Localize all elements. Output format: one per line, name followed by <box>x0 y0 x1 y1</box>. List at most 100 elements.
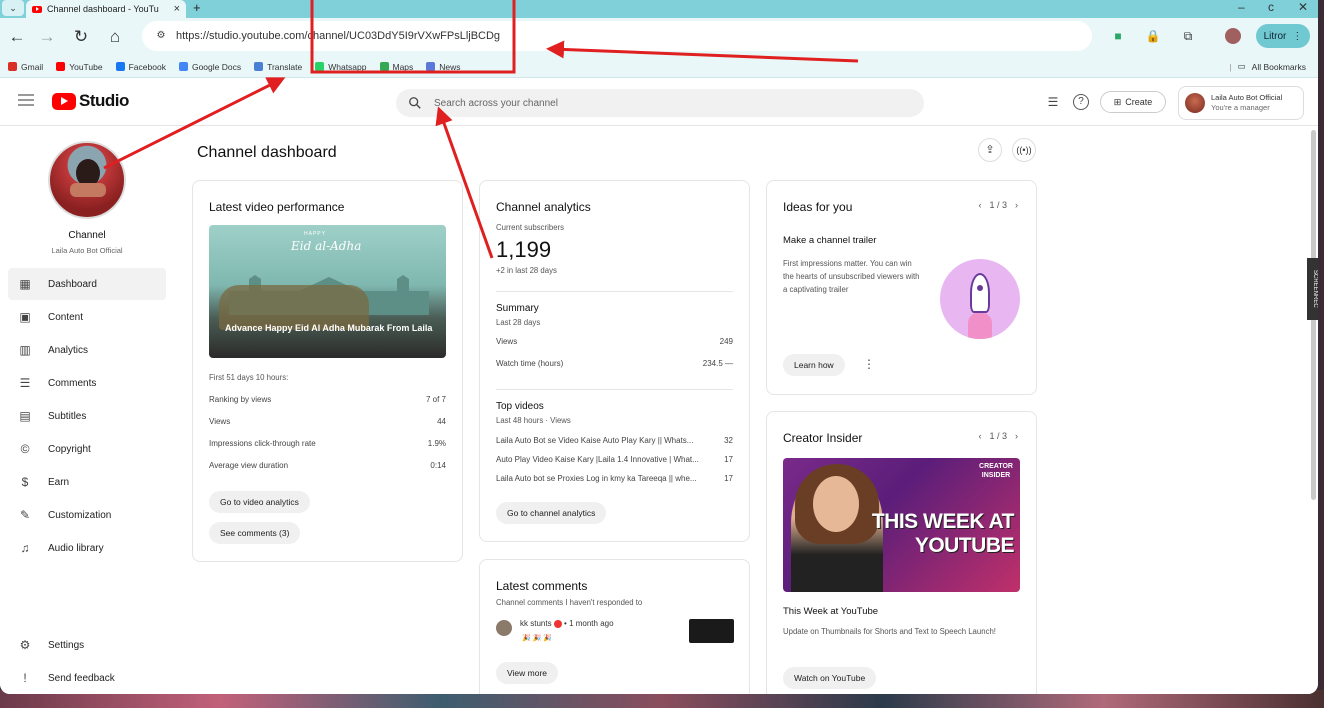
summary-period: Last 28 days <box>496 318 541 327</box>
bookmark-favicon-icon <box>254 62 264 71</box>
sidebar-item-label: Copyright <box>48 443 91 455</box>
address-bar[interactable]: ⚙ https://studio.youtube.com/channel/UC0… <box>142 21 1092 51</box>
pager-text: 1 / 3 <box>989 431 1007 441</box>
more-options-icon[interactable]: ⋮ <box>863 357 875 371</box>
period-label: First 51 days 10 hours: <box>209 373 289 382</box>
video-thumbnail[interactable]: HAPPY Eid al-Adha Advance Happy Eid Al A… <box>209 225 446 358</box>
stat-row: Views 44 <box>209 417 446 426</box>
bookmark-item[interactable]: News <box>426 61 461 72</box>
sidebar-item-content[interactable]: ▣ Content <box>8 301 166 333</box>
studio-logo[interactable]: Studio <box>52 91 129 111</box>
tab-title: Channel dashboard - YouTu <box>47 4 159 14</box>
account-switcher[interactable]: Laila Auto Bot Official You're a manager <box>1178 86 1304 120</box>
comment-meta: kk stunts • 1 month ago <box>520 619 614 628</box>
insider-heading: This Week at YouTube <box>783 606 879 617</box>
tab-search-button[interactable]: ⌄ <box>2 0 24 16</box>
extension-meet-icon[interactable]: ■ <box>1110 28 1126 44</box>
bookmark-favicon-icon <box>315 62 325 71</box>
top-video-row[interactable]: Auto Play Video Kaise Kary |Laila 1.4 In… <box>496 455 733 464</box>
bookmark-favicon-icon <box>8 62 17 71</box>
prev-icon[interactable]: ‹ <box>978 431 981 441</box>
customization-icon: ✎ <box>19 508 31 522</box>
subscribers-label: Current subscribers <box>496 223 565 232</box>
profile-avatar[interactable] <box>1225 28 1241 44</box>
bookmark-item[interactable]: YouTube <box>56 62 103 72</box>
stat-label: Ranking by views <box>209 395 272 404</box>
top-video-row[interactable]: Laila Auto bot se Proxies Log in kmy ka … <box>496 474 733 483</box>
help-icon[interactable]: ? <box>1073 94 1089 110</box>
thumb-headline: THIS WEEK AT YOUTUBE <box>871 510 1015 557</box>
separator: | <box>1229 61 1232 72</box>
pager-text: 1 / 3 <box>989 200 1007 210</box>
stat-row[interactable]: Ranking by views 7 of 7 <box>209 395 446 404</box>
sidebar-item-send-feedback[interactable]: ! Send feedback <box>8 662 166 694</box>
create-button[interactable]: ⊞ Create <box>1100 91 1166 113</box>
upload-icon[interactable]: ⇪ <box>978 138 1002 162</box>
learn-how-button[interactable]: Learn how <box>783 354 845 376</box>
summary-row: Watch time (hours) 234.5 — <box>496 359 733 368</box>
search-bar[interactable]: Search across your channel <box>396 89 924 117</box>
sidebar-item-copyright[interactable]: © Copyright <box>8 433 166 465</box>
screenrec-tab[interactable]: SCREENREC <box>1307 258 1318 320</box>
summary-label: Views <box>496 337 518 346</box>
subscriber-count: 1,199 <box>496 237 552 262</box>
bookmark-item[interactable]: Gmail <box>8 62 43 72</box>
bookmark-item[interactable]: Facebook <box>115 62 166 72</box>
forward-button[interactable]: → <box>36 26 58 48</box>
sidebar-item-comments[interactable]: ☰ Comments <box>8 367 166 399</box>
go-to-channel-analytics-button[interactable]: Go to channel analytics <box>496 502 607 524</box>
comment-video-thumbnail[interactable] <box>689 619 734 643</box>
next-icon[interactable]: › <box>1015 431 1018 441</box>
close-tab-icon[interactable]: × <box>174 3 180 15</box>
close-window-button[interactable]: ✕ <box>1298 0 1308 14</box>
go-to-video-analytics-button[interactable]: Go to video analytics <box>209 491 310 513</box>
watch-on-youtube-button[interactable]: Watch on YouTube <box>783 667 877 689</box>
reload-button[interactable]: ↻ <box>70 26 92 48</box>
sidebar-item-dashboard[interactable]: ▦ Dashboard <box>8 268 166 300</box>
sidebar-item-customization[interactable]: ✎ Customization <box>8 499 166 531</box>
extensions-puzzle-icon[interactable]: ⧉ <box>1180 28 1196 44</box>
next-icon[interactable]: › <box>1015 200 1018 210</box>
site-info-icon[interactable]: ⚙ <box>152 27 170 45</box>
subtitles-shortcut-icon[interactable]: ☰ <box>1045 94 1061 110</box>
top-video-views: 32 <box>724 436 733 445</box>
bookmark-item[interactable]: Google Docs <box>178 62 241 72</box>
sidebar-item-settings[interactable]: ⚙ Settings <box>8 629 166 661</box>
bookmark-item[interactable]: Maps <box>379 62 413 72</box>
summary-label: Watch time (hours) <box>496 359 564 368</box>
minimize-button[interactable]: – <box>1238 0 1245 14</box>
sidebar-item-subtitles[interactable]: ▤ Subtitles <box>8 400 166 432</box>
bookmark-item[interactable]: Whatsapp <box>315 62 367 72</box>
see-comments-button[interactable]: See comments (3) <box>209 522 301 544</box>
sidebar-item-label: Send feedback <box>48 672 115 684</box>
insider-thumbnail[interactable]: CREATOR INSIDER THIS WEEK AT YOUTUBE <box>783 458 1020 592</box>
prev-icon[interactable]: ‹ <box>978 200 981 210</box>
sidebar-item-label: Comments <box>48 377 97 389</box>
top-video-row[interactable]: Laila Auto Bot se Video Kaise Auto Play … <box>496 436 733 445</box>
all-bookmarks-button[interactable]: | ▭ All Bookmarks <box>1229 61 1306 72</box>
bookmark-label: News <box>439 61 461 72</box>
restore-button[interactable]: c <box>1268 0 1274 14</box>
new-tab-button[interactable]: + <box>193 0 201 15</box>
card-title: Latest comments <box>496 579 588 593</box>
back-button[interactable]: ← <box>6 26 28 48</box>
channel-avatar[interactable] <box>48 141 126 219</box>
go-live-icon[interactable]: ((•)) <box>1012 138 1036 162</box>
settings-icon: ⚙ <box>19 638 31 652</box>
home-button[interactable]: ⌂ <box>104 26 126 48</box>
hamburger-menu-icon[interactable] <box>18 94 34 106</box>
tab-channel-dashboard[interactable]: Channel dashboard - YouTu × <box>26 0 186 18</box>
url-text: https://studio.youtube.com/channel/UC03D… <box>176 30 501 42</box>
sidebar-item-earn[interactable]: $ Earn <box>8 466 166 498</box>
audio-library-icon: ♫ <box>20 541 30 555</box>
comment-time: • 1 month ago <box>564 619 614 628</box>
latest-video-card: Latest video performance HAPPY Eid al-Ad… <box>192 180 463 562</box>
extension-lock-icon[interactable]: 🔒 <box>1145 28 1161 44</box>
bookmark-item[interactable]: Translate <box>254 62 302 72</box>
stat-label: Impressions click-through rate <box>209 439 316 448</box>
update-button[interactable]: Litror ⋮ <box>1256 24 1310 48</box>
view-more-button[interactable]: View more <box>496 662 558 684</box>
sidebar-item-label: Subtitles <box>48 410 87 422</box>
sidebar-item-analytics[interactable]: ▥ Analytics <box>8 334 166 366</box>
sidebar-item-audio-library[interactable]: ♫ Audio library <box>8 532 166 564</box>
